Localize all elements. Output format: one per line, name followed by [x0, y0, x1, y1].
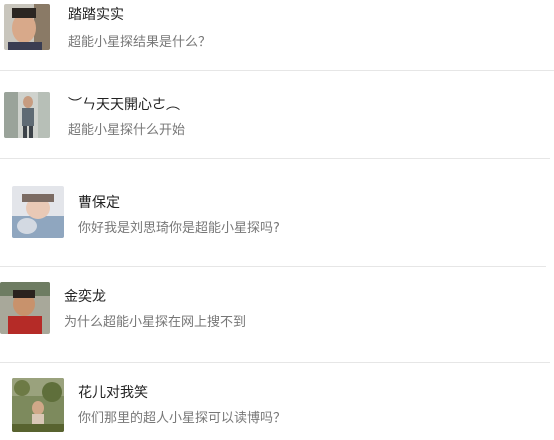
avatar-photo [4, 4, 50, 50]
avatar[interactable] [4, 92, 50, 138]
comment-text: 超能小星探结果是什么？ [68, 35, 212, 50]
avatar-photo [12, 378, 64, 432]
comment-item: 踏踏实实 超能小星探结果是什么？ [0, 0, 554, 60]
commenter-name: 金奕龙 [64, 289, 106, 305]
commenter-name: 花儿对我笑 [78, 385, 148, 401]
divider [0, 158, 550, 159]
divider [0, 70, 554, 71]
avatar-photo [4, 92, 50, 138]
comment-text: 超能小星探什么开始 [68, 123, 186, 138]
commenter-name: ︶ㄣ天天開心ㄜ︵ [68, 97, 180, 113]
comment-item: 花儿对我笑 你们那里的超人小星探可以读博吗？ [0, 374, 554, 434]
avatar[interactable] [0, 282, 50, 334]
commenter-name: 曹保定 [78, 195, 120, 211]
divider [0, 362, 550, 363]
comment-item: 曹保定 你好我是刘思琦你是超能小星探吗? [0, 178, 554, 238]
avatar-photo [0, 282, 50, 334]
avatar[interactable] [4, 4, 50, 50]
comment-text: 你好我是刘思琦你是超能小星探吗? [78, 221, 280, 236]
avatar[interactable] [12, 378, 64, 432]
comment-item: ︶ㄣ天天開心ㄜ︵ 超能小星探什么开始 [0, 86, 554, 146]
commenter-name: 踏踏实实 [68, 7, 124, 23]
comment-text: 为什么超能小星探在网上搜不到 [64, 315, 247, 330]
divider [0, 266, 546, 267]
avatar-photo [12, 186, 64, 238]
avatar[interactable] [12, 186, 64, 238]
comment-text: 你们那里的超人小星探可以读博吗？ [78, 411, 287, 426]
comment-item: 金奕龙 为什么超能小星探在网上搜不到 [0, 278, 554, 338]
